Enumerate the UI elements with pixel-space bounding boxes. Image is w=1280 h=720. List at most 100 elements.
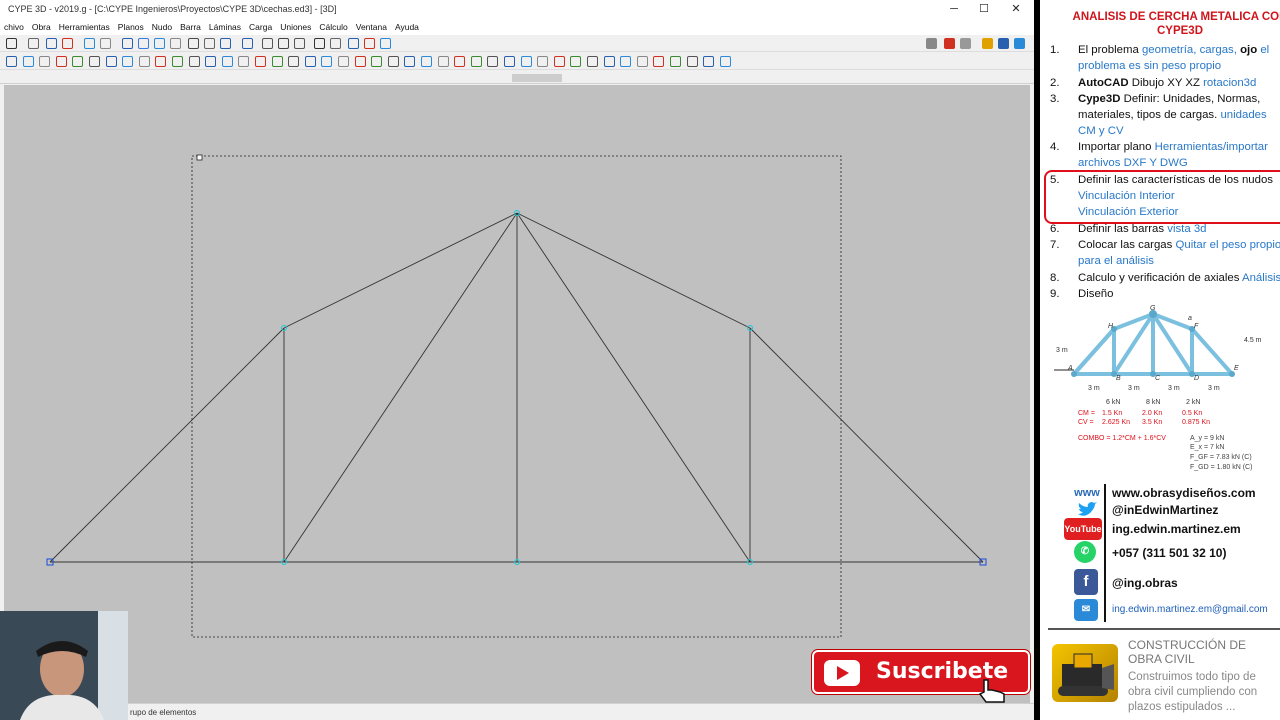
bar-inner-left[interactable] (283, 212, 518, 563)
menu-item[interactable]: Nudo (148, 19, 176, 35)
menu-item[interactable]: Ayuda (391, 19, 423, 35)
toolbar-button-icon[interactable] (56, 56, 67, 67)
toolbar-button-icon[interactable] (155, 56, 166, 67)
toolbar-button-icon[interactable] (242, 38, 253, 49)
toolbar-button-icon[interactable] (355, 56, 366, 67)
toolbar-button-icon[interactable] (388, 56, 399, 67)
toolbar-button-icon[interactable] (106, 56, 117, 67)
social-facebook[interactable]: @ing.obras (1112, 576, 1178, 590)
toolbar-button-icon[interactable] (653, 56, 664, 67)
toolbar-button-icon[interactable] (46, 38, 57, 49)
toolbar-button-icon[interactable] (338, 56, 349, 67)
toolbar-button-icon[interactable] (587, 56, 598, 67)
toolbar-button-icon[interactable] (380, 38, 391, 49)
drawing-canvas[interactable] (4, 85, 1030, 703)
toolbar-button-icon[interactable] (6, 38, 17, 49)
toolbar-button-icon[interactable] (172, 56, 183, 67)
menu-item[interactable]: Uniones (276, 19, 315, 35)
toolbar-button-icon[interactable] (421, 56, 432, 67)
maximize-button[interactable]: ☐ (970, 0, 998, 19)
menu-item[interactable]: Cálculo (315, 19, 351, 35)
toolbar-button-icon[interactable] (262, 38, 273, 49)
toolbar-button-icon[interactable] (487, 56, 498, 67)
toolbar-button-icon[interactable] (504, 56, 515, 67)
toolbar-button-icon[interactable] (189, 56, 200, 67)
bar-right-diagonal[interactable] (749, 327, 984, 563)
toolbar-button-icon[interactable] (205, 56, 216, 67)
toolbar-button-icon[interactable] (62, 38, 73, 49)
toolbar-button-icon[interactable] (238, 56, 249, 67)
toolbar-button-icon[interactable] (537, 56, 548, 67)
toolbar-button-icon[interactable] (272, 56, 283, 67)
toolbar-button-icon[interactable] (330, 38, 341, 49)
toolbar-button-icon[interactable] (28, 38, 39, 49)
scrollbar-thumb[interactable] (512, 74, 562, 82)
social-whatsapp[interactable]: +057 (311 501 32 10) (1112, 546, 1226, 560)
toolbar-button-icon[interactable] (348, 38, 359, 49)
toolbar-button-icon[interactable] (364, 38, 375, 49)
selection-handle[interactable] (196, 154, 203, 161)
menu-item[interactable]: Barra (176, 19, 205, 35)
toolbar-button-icon[interactable] (944, 38, 955, 49)
toolbar-button-icon[interactable] (570, 56, 581, 67)
social-twitter[interactable]: @inEdwinMartinez (1112, 503, 1218, 517)
toolbar-button-icon[interactable] (305, 56, 316, 67)
toolbar-button-icon[interactable] (294, 38, 305, 49)
toolbar-button-icon[interactable] (278, 38, 289, 49)
toolbar-button-icon[interactable] (288, 56, 299, 67)
bar-top-right[interactable] (516, 212, 751, 329)
menu-item[interactable]: Obra (28, 19, 55, 35)
menu-item[interactable]: Ventana (352, 19, 391, 35)
minimize-button[interactable]: ─ (940, 0, 968, 19)
toolbar-button-icon[interactable] (100, 38, 111, 49)
toolbar-button-icon[interactable] (998, 38, 1009, 49)
toolbar-button-icon[interactable] (23, 56, 34, 67)
toolbar-button-icon[interactable] (139, 56, 150, 67)
menu-item[interactable]: chivo (0, 19, 28, 35)
toolbar-button-icon[interactable] (170, 38, 181, 49)
toolbar-button-icon[interactable] (314, 38, 325, 49)
toolbar-button-icon[interactable] (222, 56, 233, 67)
toolbar-button-icon[interactable] (72, 56, 83, 67)
toolbar-button-icon[interactable] (188, 38, 199, 49)
toolbar-button-icon[interactable] (687, 56, 698, 67)
toolbar-button-icon[interactable] (720, 56, 731, 67)
toolbar-button-icon[interactable] (521, 56, 532, 67)
subscribe-button[interactable]: Suscribete (812, 650, 1030, 703)
bar-left-diagonal[interactable] (49, 327, 285, 563)
toolbar-button-icon[interactable] (1014, 38, 1025, 49)
toolbar-button-icon[interactable] (703, 56, 714, 67)
toolbar-button-icon[interactable] (670, 56, 681, 67)
menu-item[interactable]: Carga (245, 19, 276, 35)
social-youtube[interactable]: ing.edwin.martinez.em (1112, 522, 1241, 536)
toolbar-button-icon[interactable] (220, 38, 231, 49)
toolbar-button-icon[interactable] (39, 56, 50, 67)
bar-inner-right[interactable] (516, 212, 751, 563)
toolbar-button-icon[interactable] (204, 38, 215, 49)
toolbar-button-icon[interactable] (255, 56, 266, 67)
toolbar-button-icon[interactable] (982, 38, 993, 49)
toolbar-button-icon[interactable] (554, 56, 565, 67)
toolbar-button-icon[interactable] (438, 56, 449, 67)
toolbar-button-icon[interactable] (620, 56, 631, 67)
toolbar-button-icon[interactable] (138, 38, 149, 49)
menu-item[interactable]: Herramientas (55, 19, 114, 35)
toolbar-button-icon[interactable] (454, 56, 465, 67)
toolbar-button-icon[interactable] (89, 56, 100, 67)
toolbar-button-icon[interactable] (122, 56, 133, 67)
social-web[interactable]: www.obrasydiseños.com (1112, 486, 1256, 500)
social-email[interactable]: ing.edwin.martinez.em@gmail.com (1112, 604, 1268, 615)
menu-item[interactable]: Láminas (205, 19, 245, 35)
bar-top-left[interactable] (283, 212, 518, 329)
horizontal-scrollbar[interactable] (0, 72, 1034, 84)
toolbar-button-icon[interactable] (926, 38, 937, 49)
toolbar-button-icon[interactable] (371, 56, 382, 67)
close-button[interactable]: ✕ (1002, 0, 1030, 19)
toolbar-button-icon[interactable] (84, 38, 95, 49)
toolbar-button-icon[interactable] (637, 56, 648, 67)
toolbar-button-icon[interactable] (6, 56, 17, 67)
toolbar-button-icon[interactable] (321, 56, 332, 67)
toolbar-button-icon[interactable] (471, 56, 482, 67)
menu-item[interactable]: Planos (114, 19, 148, 35)
toolbar-button-icon[interactable] (960, 38, 971, 49)
